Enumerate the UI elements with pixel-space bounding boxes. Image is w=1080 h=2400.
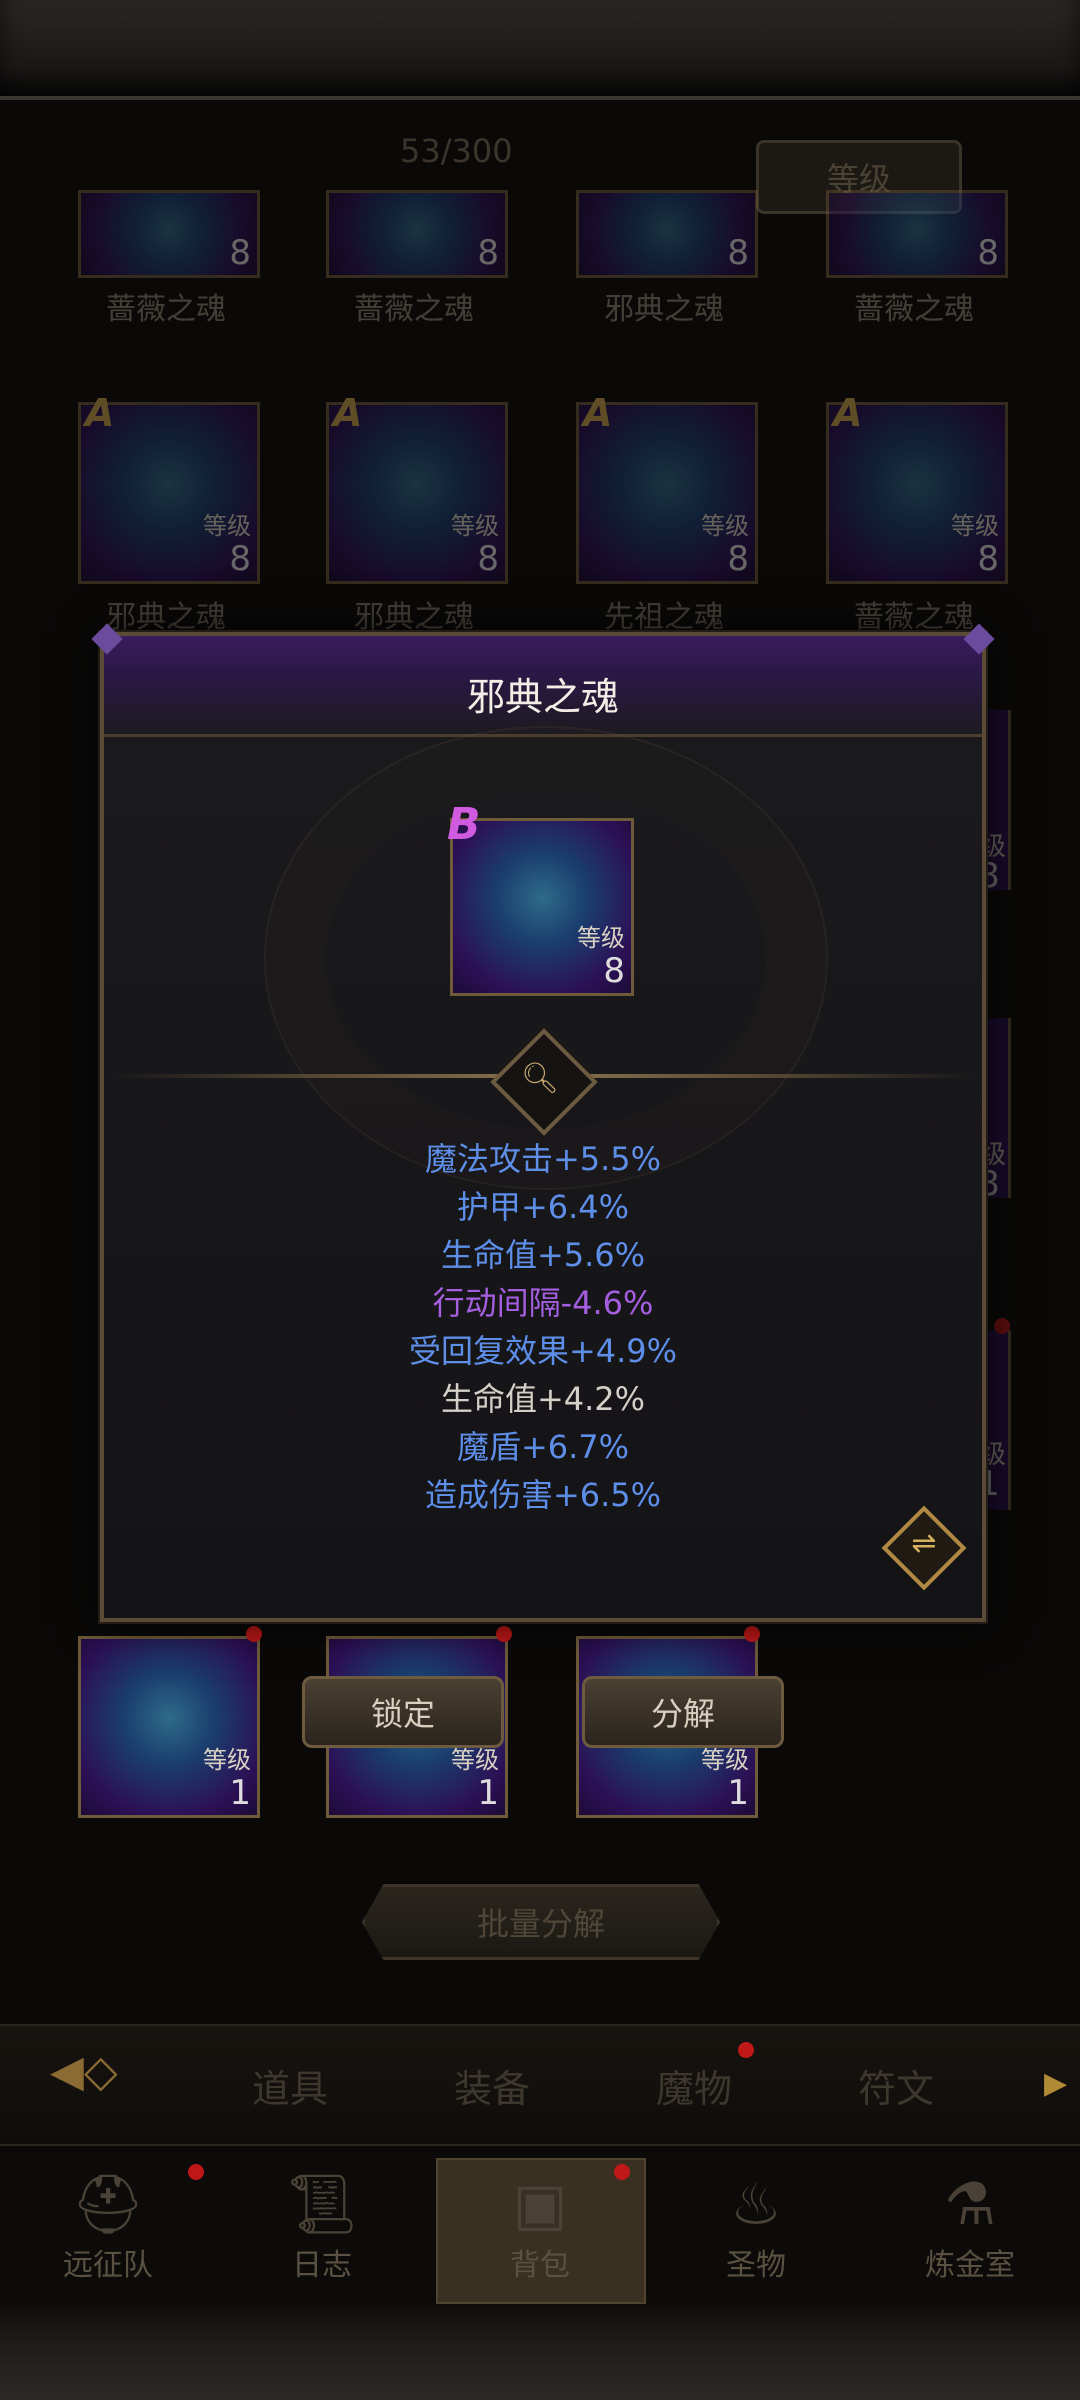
stat-line: 生命值+5.6%	[440, 1236, 646, 1274]
grade-a-badge: A	[833, 391, 863, 435]
helmet-icon: ⛑︎	[71, 2170, 145, 2238]
item-card[interactable]: 8	[826, 190, 1008, 278]
top-ornate-border	[0, 0, 1080, 100]
item-name: 蔷薇之魂	[854, 292, 974, 327]
popup-title: 邪典之魂	[466, 675, 619, 719]
notification-dot	[738, 2042, 754, 2058]
new-item-dot	[994, 1318, 1010, 1334]
chest-icon: ▣	[512, 2170, 568, 2238]
item-card[interactable]: 8	[576, 190, 758, 278]
item-name: 邪典之魂	[354, 600, 474, 635]
stat-line: 生命值+4.2%	[440, 1380, 646, 1418]
nav-relics[interactable]: ♨ 圣物	[656, 2170, 856, 2300]
item-card[interactable]: 8	[78, 190, 260, 278]
grade-a-badge: A	[583, 391, 613, 435]
item-card[interactable]: 8	[326, 190, 508, 278]
next-arrow-icon[interactable]: ▶	[1044, 2066, 1067, 2101]
item-name: 邪典之魂	[106, 600, 226, 635]
stat-line: 魔法攻击+5.5%	[424, 1140, 662, 1178]
item-card[interactable]: 等级 1	[78, 1636, 260, 1818]
selected-item-card: B 等级 8	[447, 799, 634, 996]
tab-monsters[interactable]: 魔物	[656, 2058, 732, 2113]
tab-items[interactable]: 道具	[252, 2058, 328, 2113]
bag-capacity-counter: 53/300	[400, 132, 513, 170]
nav-backpack[interactable]: ▣ 背包	[440, 2170, 640, 2300]
grade-b-badge: B	[447, 799, 481, 850]
item-name: 邪典之魂	[604, 292, 724, 327]
item-name: 蔷薇之魂	[854, 600, 974, 635]
item-card[interactable]: A 等级 8	[326, 391, 508, 584]
new-item-dot	[744, 1626, 760, 1642]
notification-dot	[614, 2164, 630, 2180]
new-item-dot	[246, 1626, 262, 1642]
item-name: 蔷薇之魂	[106, 292, 226, 327]
nav-alchemy[interactable]: ⚗ 炼金室	[870, 2170, 1070, 2300]
stat-line: 魔盾+6.7%	[456, 1428, 630, 1466]
item-name: 先祖之魂	[604, 600, 724, 635]
batch-decompose-button[interactable]: 批量分解	[362, 1884, 720, 1960]
tab-equipment[interactable]: 装备	[454, 2058, 530, 2113]
item-card[interactable]: A 等级 8	[78, 391, 260, 584]
grade-a-badge: A	[333, 391, 363, 435]
item-card[interactable]: A 等级 8	[826, 391, 1008, 584]
stat-line: 受回复效果+4.9%	[408, 1332, 678, 1370]
alchemy-icon: ⚗	[944, 2170, 996, 2238]
decompose-button[interactable]: 分解	[582, 1676, 784, 1748]
tab-runes[interactable]: 符文	[858, 2058, 934, 2113]
nav-expedition[interactable]: ⛑︎ 远征队	[8, 2170, 208, 2300]
back-arrow-icon[interactable]: ◀◇	[50, 2046, 160, 2116]
grade-a-badge: A	[85, 391, 115, 435]
search-icon[interactable]: 🔍︎	[516, 1054, 564, 1102]
item-card[interactable]: A 等级 8	[576, 391, 758, 584]
stat-line: 造成伤害+6.5%	[424, 1476, 662, 1514]
item-detail-popup: 邪典之魂 B 等级 8 🔍︎ 魔法攻击+5.5% 护甲+6.4% 生命值+5.6…	[91, 623, 995, 1622]
scroll-icon: 📜︎	[285, 2170, 359, 2238]
new-item-dot	[496, 1626, 512, 1642]
stat-line: 行动间隔-4.6%	[432, 1284, 654, 1322]
bottom-ornate-border	[0, 2304, 1080, 2400]
lock-button[interactable]: 锁定	[302, 1676, 504, 1748]
notification-dot	[188, 2164, 204, 2180]
stat-line: 护甲+6.4%	[456, 1188, 630, 1226]
torch-icon: ♨	[730, 2170, 782, 2238]
expand-collapse-icon[interactable]: ⇌	[894, 1516, 954, 1572]
item-name: 蔷薇之魂	[354, 292, 474, 327]
nav-journal[interactable]: 📜︎ 日志	[222, 2170, 422, 2300]
